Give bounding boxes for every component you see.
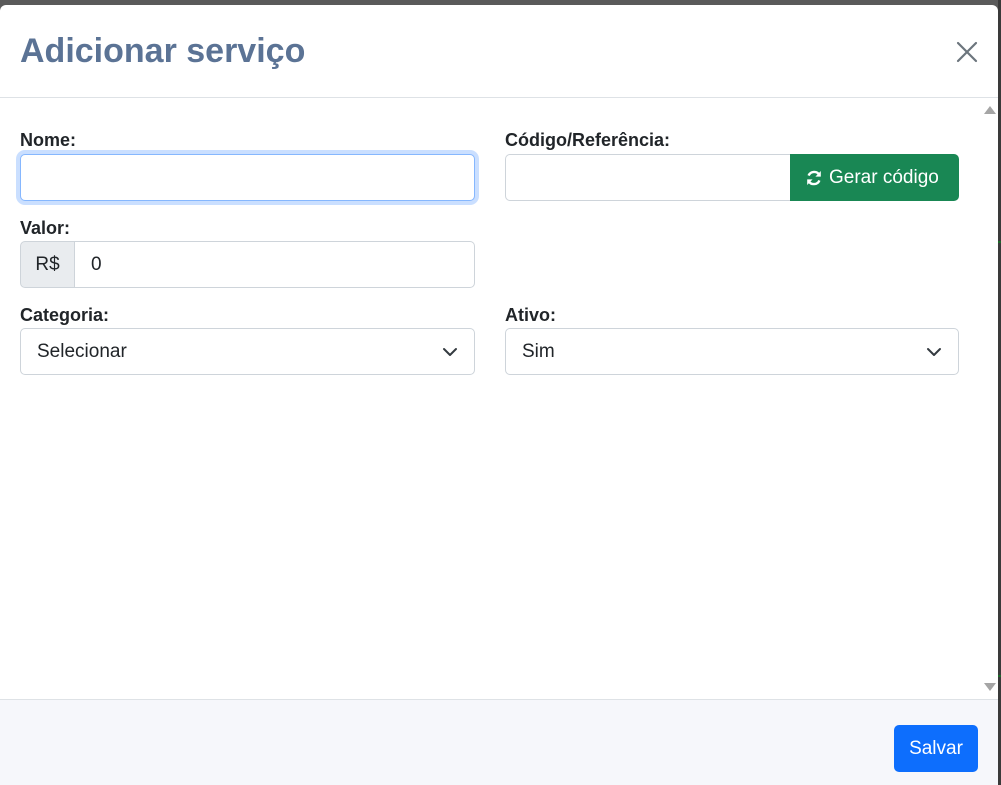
close-icon [956, 41, 978, 63]
categoria-label: Categoria: [20, 305, 110, 325]
refresh-icon [807, 170, 821, 185]
generate-code-label: Gerar código [829, 166, 939, 188]
codigo-label: Código/Referência: [505, 130, 671, 150]
codigo-input[interactable] [505, 154, 791, 201]
categoria-selected-value: Selecionar [37, 341, 127, 362]
modal-footer: Salvar [0, 699, 998, 785]
ativo-label: Ativo: [505, 305, 556, 325]
chevron-down-icon [443, 348, 457, 356]
currency-prefix: R$ [20, 241, 75, 288]
valor-input[interactable] [75, 241, 475, 288]
nome-label: Nome: [20, 130, 77, 150]
close-button[interactable] [950, 35, 984, 69]
save-button[interactable]: Salvar [894, 725, 978, 772]
body-scrollbar[interactable] [980, 98, 998, 699]
modal-body: Nome: Código/Referência: Gerar código Va… [0, 98, 980, 699]
scroll-down-arrow-icon[interactable] [984, 683, 996, 691]
scroll-up-arrow-icon[interactable] [984, 106, 996, 114]
modal-title: Adicionar serviço [20, 32, 306, 70]
nome-input[interactable] [20, 154, 475, 201]
ativo-select[interactable]: Sim [505, 328, 959, 375]
add-service-modal: Adicionar serviço Nome: Código/Referênci… [0, 5, 998, 785]
modal-header: Adicionar serviço [0, 5, 998, 98]
chevron-down-icon [927, 348, 941, 356]
valor-label: Valor: [20, 218, 71, 238]
ativo-selected-value: Sim [522, 341, 555, 362]
categoria-select[interactable]: Selecionar [20, 328, 475, 375]
generate-code-button[interactable]: Gerar código [790, 154, 959, 201]
